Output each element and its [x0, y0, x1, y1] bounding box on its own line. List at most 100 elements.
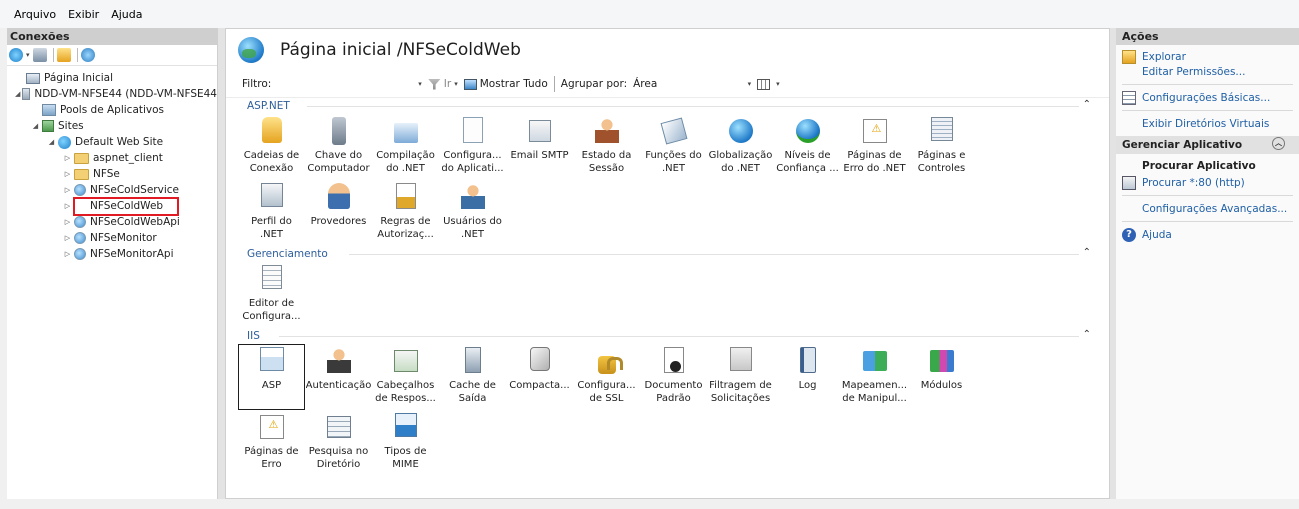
collapse-chevron-icon[interactable]: ⌃ — [1083, 247, 1091, 258]
expand-arrow-icon[interactable]: ◢ — [15, 90, 20, 98]
collapse-chevron-icon[interactable]: ⌃ — [1083, 99, 1091, 110]
section-divider — [307, 106, 1079, 107]
web-app-icon — [74, 248, 86, 260]
expand-arrow-icon[interactable]: ▷ — [63, 202, 72, 210]
expand-arrow-icon[interactable]: ▷ — [63, 186, 72, 194]
expand-arrow-icon[interactable]: ▷ — [63, 234, 72, 242]
tree-node[interactable]: Pools de Aplicativos — [7, 102, 217, 118]
feature-tile[interactable]: Compilação do .NET — [372, 114, 439, 180]
tree-node[interactable]: ▷ NFSeMonitor — [7, 230, 217, 246]
tree-node-label: NFSeColdService — [90, 184, 179, 196]
up-folder-icon[interactable] — [56, 48, 71, 62]
section-header[interactable]: Gerenciamento ⌃ — [238, 246, 1109, 262]
web-app-icon — [74, 232, 86, 244]
section-header[interactable]: ASP.NET ⌃ — [238, 98, 1109, 114]
feature-label: Provedores — [310, 216, 367, 227]
expand-arrow-icon[interactable]: ▷ — [63, 170, 72, 178]
feature-tile[interactable]: Estado da Sessão — [573, 114, 640, 180]
feature-tile[interactable]: Documento Padrão — [640, 344, 707, 410]
tree-node[interactable]: ▷ NFSeColdService — [7, 182, 217, 198]
filter-input[interactable] — [275, 76, 416, 92]
tree-node[interactable]: ▷ NFSeMonitorApi — [7, 246, 217, 262]
feature-tile[interactable]: Cache de Saída — [439, 344, 506, 410]
feature-tile[interactable]: Páginas de Erro — [238, 410, 305, 476]
manage-app-group[interactable]: Gerenciar Aplicativo ︿ — [1116, 136, 1299, 154]
edit-permissions-link[interactable]: Editar Permissões... — [1122, 65, 1299, 79]
feature-tile[interactable]: Autenticação — [305, 344, 372, 410]
feature-tile[interactable]: Editor de Configura... — [238, 262, 305, 328]
view-mode-button[interactable]: ▾ — [757, 78, 780, 90]
group-by-select[interactable]: Área ▾ — [633, 78, 751, 90]
feature-tile[interactable]: Usuários do .NET — [439, 180, 506, 246]
tree-node[interactable]: ▷ NFSeColdWebApi — [7, 214, 217, 230]
expand-arrow-icon[interactable]: ▷ — [63, 218, 72, 226]
explore-link[interactable]: Explorar — [1122, 50, 1299, 64]
expand-arrow-icon[interactable]: ◢ — [47, 138, 56, 146]
feature-tile[interactable]: Configura... do Aplicati... — [439, 114, 506, 180]
expand-arrow-icon[interactable]: ◢ — [31, 122, 40, 130]
feature-tile[interactable]: Níveis de Confiança ... — [774, 114, 841, 180]
toolbar-separator — [52, 48, 54, 62]
left-splitter[interactable] — [218, 28, 225, 499]
feature-tile[interactable]: Cadeias de Conexão — [238, 114, 305, 180]
collapse-chevron-icon[interactable]: ︿ — [1272, 137, 1285, 150]
show-all-button[interactable]: Mostrar Tudo — [463, 78, 548, 90]
go-button[interactable]: Ir ▾ — [427, 78, 458, 90]
feature-tile[interactable]: ASP — [238, 344, 305, 410]
feature-tile[interactable]: Email SMTP — [506, 114, 573, 180]
feature-tile[interactable]: Páginas e Controles — [908, 114, 975, 180]
tree-node[interactable]: ▷ NFSe — [7, 166, 217, 182]
help-link[interactable]: ? Ajuda — [1122, 228, 1299, 242]
tree-node-label: Default Web Site — [75, 136, 164, 148]
tree-node-label: NFSeMonitor — [90, 232, 157, 244]
feature-tile[interactable]: Páginas de Erro do .NET — [841, 114, 908, 180]
expand-arrow-icon[interactable]: ▷ — [63, 250, 72, 258]
feature-label: Funções do .NET — [645, 150, 702, 174]
filter-dropdown-icon[interactable]: ▾ — [418, 80, 422, 88]
tree-node[interactable]: ▷ aspnet_client — [7, 150, 217, 166]
tree-node[interactable]: ◢ Sites — [7, 118, 217, 134]
browse-http-link[interactable]: Procurar *:80 (http) — [1122, 176, 1299, 190]
tree-node[interactable]: Página Inicial — [7, 70, 217, 86]
feature-tile[interactable]: Tipos de MIME — [372, 410, 439, 476]
feature-icon-frame — [660, 347, 688, 375]
feature-label: Mapeamen... de Manipul... — [841, 380, 908, 404]
net-roles-icon — [660, 117, 687, 145]
feature-tile[interactable]: Mapeamen... de Manipul... — [841, 344, 908, 410]
tree-node-label: Pools de Aplicativos — [60, 104, 165, 116]
menu-arquivo[interactable]: Arquivo — [14, 8, 56, 21]
go-dropdown-icon: ▾ — [454, 80, 458, 88]
connect-icon[interactable] — [9, 48, 23, 62]
feature-icon-frame — [392, 117, 420, 145]
section-header[interactable]: IIS ⌃ — [238, 328, 1109, 344]
view-virtual-dirs-link[interactable]: Exibir Diretórios Virtuais — [1122, 117, 1299, 131]
tree-node[interactable]: ◢ Default Web Site — [7, 134, 217, 150]
feature-tile[interactable]: Configura... de SSL — [573, 344, 640, 410]
feature-tile[interactable]: Log — [774, 344, 841, 410]
feature-tile[interactable]: Funções do .NET — [640, 114, 707, 180]
feature-icon-frame — [325, 117, 353, 145]
tree-node[interactable]: ◢ NDD-VM-NFSE44 (NDD-VM-NFSE44 — [7, 86, 217, 102]
save-icon[interactable] — [32, 48, 47, 62]
menu-exibir[interactable]: Exibir — [68, 8, 99, 21]
connect-dropdown-icon[interactable]: ▾ — [26, 51, 30, 59]
collapse-chevron-icon[interactable]: ⌃ — [1083, 329, 1091, 340]
feature-tile[interactable]: Cabeçalhos de Respos... — [372, 344, 439, 410]
menu-ajuda[interactable]: Ajuda — [111, 8, 142, 21]
feature-tile[interactable]: Regras de Autorizaç... — [372, 180, 439, 246]
advanced-settings-link[interactable]: Configurações Avançadas... — [1122, 202, 1299, 216]
feature-tile[interactable]: Compacta... — [506, 344, 573, 410]
basic-settings-link[interactable]: Configurações Básicas... — [1122, 91, 1299, 105]
expand-arrow-icon[interactable]: ▷ — [63, 154, 72, 162]
disconnect-icon[interactable] — [80, 48, 95, 62]
feature-tile[interactable]: Globalização do .NET — [707, 114, 774, 180]
feature-tile[interactable]: Filtragem de Solicitações — [707, 344, 774, 410]
feature-tile[interactable]: Módulos — [908, 344, 975, 410]
tree-node[interactable]: ▷ NFSeColdWeb — [7, 198, 217, 214]
feature-tile[interactable]: Provedores — [305, 180, 372, 246]
feature-tile[interactable]: Perfil do .NET — [238, 180, 305, 246]
feature-label: Log — [798, 380, 817, 391]
group-by-dropdown-icon: ▾ — [747, 80, 752, 88]
feature-tile[interactable]: Pesquisa no Diretório — [305, 410, 372, 476]
feature-tile[interactable]: Chave do Computador — [305, 114, 372, 180]
